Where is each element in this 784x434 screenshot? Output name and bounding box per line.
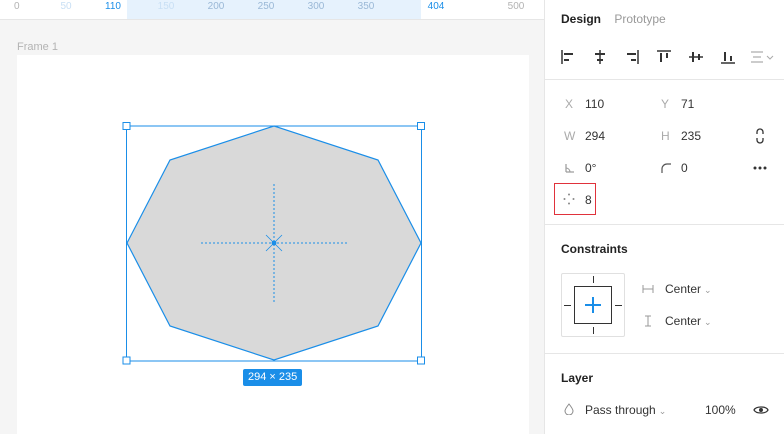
resize-handle-bottom-right[interactable] bbox=[417, 356, 425, 365]
w-label: W bbox=[564, 129, 576, 143]
canvas[interactable]: 0 50 110 150 200 250 300 350 404 500 Fra… bbox=[0, 0, 544, 434]
rotation-icon bbox=[565, 164, 574, 173]
chevron-down-icon: ⌄ bbox=[658, 406, 667, 416]
chevron-down-icon: ⌄ bbox=[704, 285, 712, 295]
corner-radius-field[interactable]: 0 bbox=[681, 161, 688, 175]
constraint-top-tick[interactable] bbox=[593, 276, 594, 283]
rotation-field[interactable]: 0° bbox=[585, 161, 596, 175]
horizontal-constraint-value: Center bbox=[665, 282, 702, 296]
resize-handle-top-left[interactable] bbox=[122, 122, 131, 130]
align-bottom-icon[interactable] bbox=[718, 47, 738, 67]
y-label: Y bbox=[661, 97, 670, 111]
corner-radius-icon bbox=[661, 163, 671, 173]
opacity-field[interactable]: 100% bbox=[705, 403, 736, 417]
tab-design[interactable]: Design bbox=[561, 12, 601, 26]
chevron-down-icon: ⌄ bbox=[704, 317, 712, 327]
more-options-icon[interactable] bbox=[752, 162, 768, 174]
x-field[interactable]: 110 bbox=[585, 97, 604, 111]
center-constraint-icon[interactable] bbox=[575, 287, 611, 323]
constraint-left-tick[interactable] bbox=[564, 305, 571, 306]
align-horizontal-center-icon[interactable] bbox=[590, 47, 610, 67]
align-left-icon[interactable] bbox=[558, 47, 578, 67]
constraint-widget[interactable] bbox=[561, 273, 625, 337]
blend-mode-value: Pass through bbox=[585, 403, 656, 417]
distribute-icon[interactable] bbox=[748, 47, 776, 67]
tab-prototype[interactable]: Prototype bbox=[614, 12, 665, 26]
resize-handle-top-right[interactable] bbox=[417, 122, 425, 130]
horizontal-constraint-icon bbox=[642, 285, 654, 293]
constraint-right-tick[interactable] bbox=[615, 305, 622, 306]
resize-handle-bottom-left[interactable] bbox=[122, 356, 131, 365]
design-panel: Design Prototype X 110 Y 71 W 294 H 235 … bbox=[544, 0, 784, 434]
divider bbox=[545, 353, 784, 354]
visibility-eye-icon[interactable] bbox=[753, 404, 769, 416]
y-field[interactable]: 71 bbox=[681, 97, 694, 111]
constrain-proportions-icon[interactable] bbox=[754, 128, 766, 144]
h-label: H bbox=[661, 129, 670, 143]
constraint-inner-box bbox=[574, 286, 612, 324]
vertical-constraint-value: Center bbox=[665, 314, 702, 328]
constraint-bottom-tick[interactable] bbox=[593, 327, 594, 334]
constraints-title: Constraints bbox=[561, 242, 628, 256]
height-field[interactable]: 235 bbox=[681, 129, 701, 143]
divider bbox=[545, 224, 784, 225]
width-field[interactable]: 294 bbox=[585, 129, 605, 143]
points-icon bbox=[563, 193, 575, 205]
align-top-icon[interactable] bbox=[654, 47, 674, 67]
align-right-icon[interactable] bbox=[622, 47, 642, 67]
vertical-constraint-dropdown[interactable]: Center ⌄ bbox=[665, 314, 712, 328]
horizontal-constraint-dropdown[interactable]: Center ⌄ bbox=[665, 282, 712, 296]
layer-title: Layer bbox=[561, 371, 594, 385]
size-badge: 294 × 235 bbox=[243, 369, 303, 386]
points-count-field[interactable]: 8 bbox=[585, 193, 592, 207]
vertical-constraint-icon bbox=[645, 315, 651, 327]
app-window: 0 50 110 150 200 250 300 350 404 500 Fra… bbox=[0, 0, 784, 434]
panel-tabs: Design Prototype bbox=[561, 12, 676, 26]
alignment-toolbar bbox=[545, 40, 784, 80]
x-label: X bbox=[565, 97, 574, 111]
blend-mode-dropdown[interactable]: Pass through ⌄ bbox=[585, 403, 666, 417]
blend-mode-icon bbox=[564, 403, 574, 415]
align-vertical-center-icon[interactable] bbox=[686, 47, 706, 67]
